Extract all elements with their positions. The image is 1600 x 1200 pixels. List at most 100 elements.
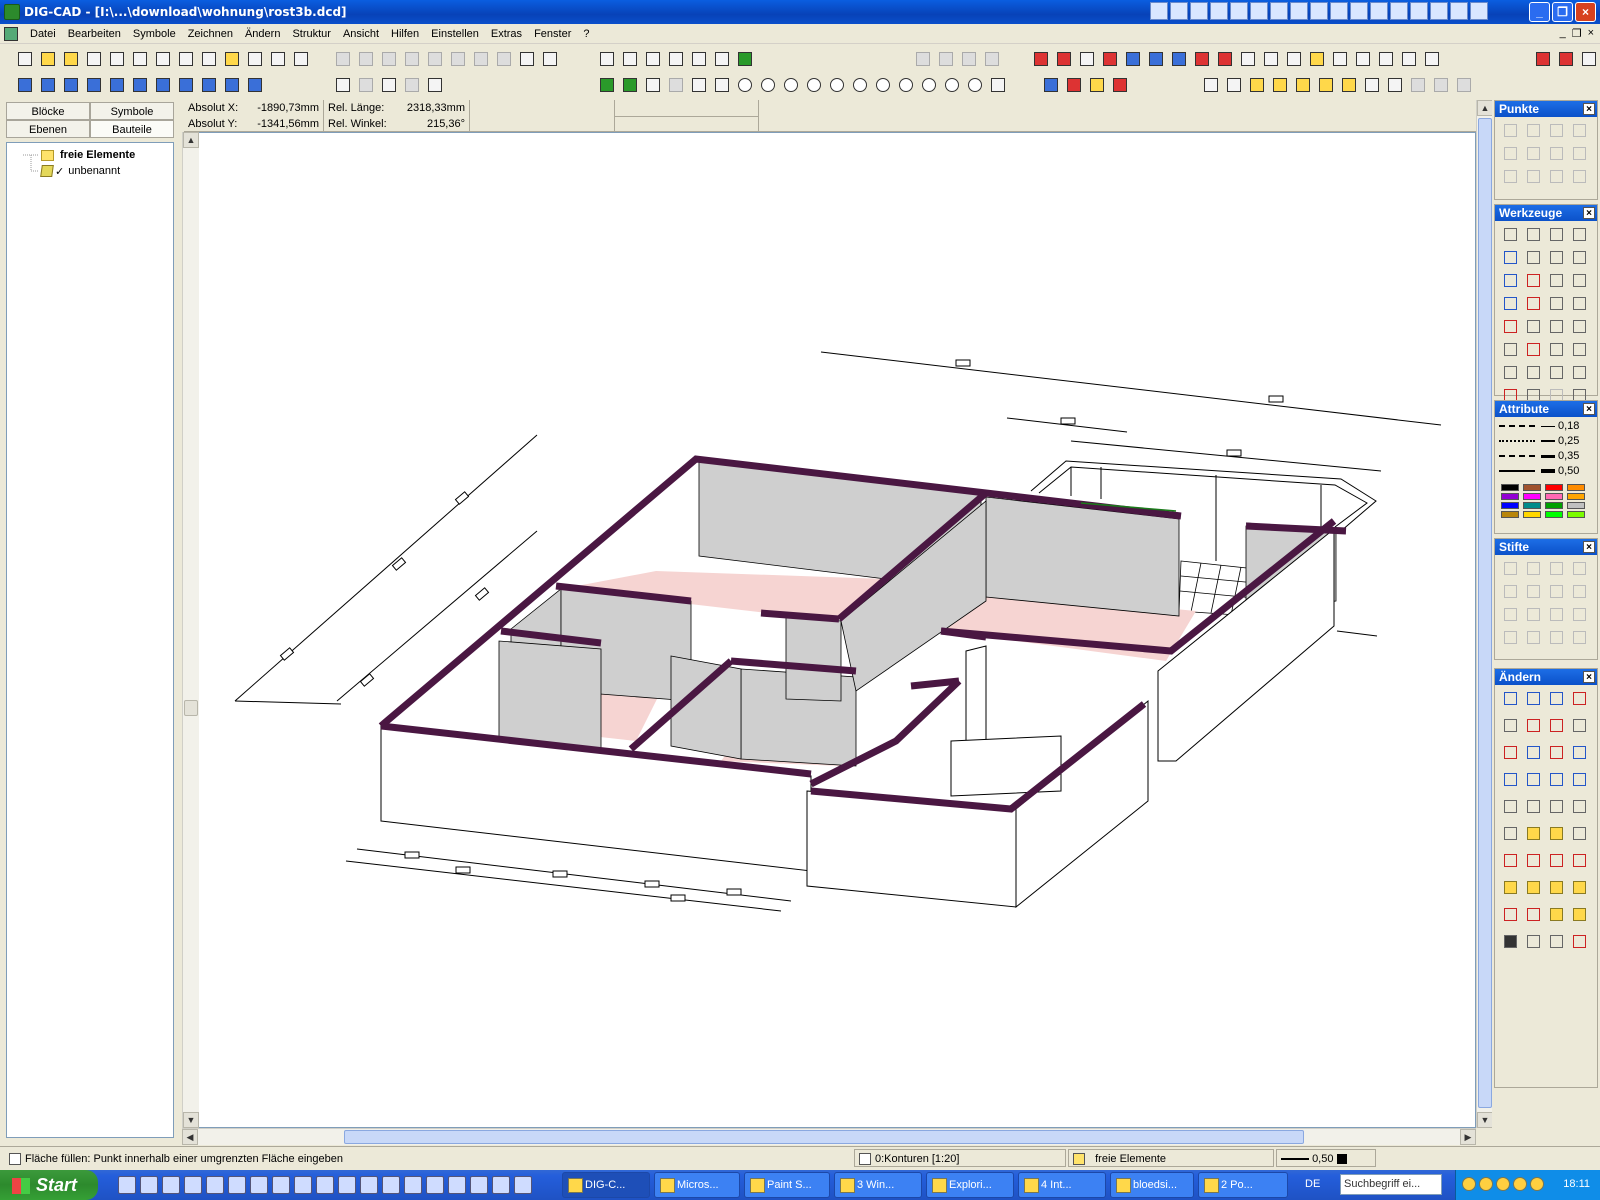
tree-item-freie-elemente[interactable]: freie Elemente: [41, 147, 135, 163]
cascade-icon[interactable]: [1421, 48, 1441, 68]
quicklaunch-icon[interactable]: [184, 1176, 202, 1194]
select-all-icon[interactable]: [355, 74, 375, 94]
palette-close-button[interactable]: ×: [1583, 403, 1595, 415]
tray-icon[interactable]: [1462, 1177, 1476, 1191]
linestyle-dashdot[interactable]: [1499, 451, 1535, 461]
mdi-minimize-button[interactable]: _: [1560, 27, 1566, 40]
pen-8-icon[interactable]: [1570, 582, 1589, 601]
tray-icon[interactable]: [1496, 1177, 1510, 1191]
palette-close-button[interactable]: ×: [1583, 541, 1595, 553]
pen-7-icon[interactable]: [1547, 582, 1566, 601]
open-file-icon[interactable]: [37, 48, 57, 68]
color-swatch[interactable]: [1523, 493, 1541, 500]
copy-tool-icon[interactable]: [1524, 797, 1543, 816]
left-vertical-scrollbar[interactable]: ▲ ▼: [182, 132, 199, 1128]
arrow-right-icon[interactable]: [83, 74, 103, 94]
quicklaunch-icon[interactable]: [338, 1176, 356, 1194]
jump-icon[interactable]: [516, 48, 536, 68]
quicklaunch-icon[interactable]: [492, 1176, 510, 1194]
tile-icon[interactable]: [1398, 48, 1418, 68]
ellipse-icon[interactable]: [1501, 363, 1520, 382]
midpoint-snap-icon[interactable]: [1547, 144, 1566, 163]
color-swatch[interactable]: [1501, 502, 1519, 509]
perpendicular-snap-icon[interactable]: [1570, 144, 1589, 163]
paste-icon[interactable]: [378, 48, 398, 68]
open-recent-icon[interactable]: [60, 48, 80, 68]
move-icon[interactable]: [1168, 48, 1188, 68]
text-edit-2-icon[interactable]: [1524, 905, 1543, 924]
corner-4-icon[interactable]: [1570, 770, 1589, 789]
line-icon[interactable]: [1501, 248, 1520, 267]
component-edit-icon[interactable]: [1338, 74, 1358, 94]
quicklaunch-icon[interactable]: [382, 1176, 400, 1194]
confirm-icon[interactable]: [493, 48, 513, 68]
edit-2-icon[interactable]: [1524, 248, 1543, 267]
quicklaunch-icon[interactable]: [206, 1176, 224, 1194]
cube-tool-icon[interactable]: [1570, 317, 1589, 336]
right-vertical-scrollbar[interactable]: ▲ ▼: [1476, 100, 1493, 1128]
scale-2-icon[interactable]: [1524, 824, 1543, 843]
pen-15-icon[interactable]: [1547, 628, 1566, 647]
rectangle-icon[interactable]: [1501, 294, 1520, 313]
pointer-icon[interactable]: [1501, 225, 1520, 244]
stairs-icon[interactable]: [1076, 48, 1096, 68]
shortcut-icon[interactable]: [1470, 2, 1488, 20]
tray-icon[interactable]: [1530, 1177, 1544, 1191]
section-icon[interactable]: [1237, 48, 1257, 68]
task-explorer[interactable]: Explori...: [926, 1172, 1014, 1198]
redraw-icon[interactable]: [987, 74, 1007, 94]
quicklaunch-icon[interactable]: [316, 1176, 334, 1194]
quicklaunch-icon[interactable]: [118, 1176, 136, 1194]
link-icon[interactable]: [221, 74, 241, 94]
close-button[interactable]: ×: [1575, 2, 1596, 22]
draw-line-icon[interactable]: [596, 74, 616, 94]
color-swatch[interactable]: [1567, 493, 1585, 500]
scale-icon[interactable]: [1501, 824, 1520, 843]
tab-bloecke[interactable]: Blöcke: [6, 102, 90, 120]
group-icon[interactable]: [129, 74, 149, 94]
pen-11-icon[interactable]: [1547, 605, 1566, 624]
properties-icon[interactable]: [424, 74, 444, 94]
measure-icon[interactable]: [1260, 48, 1280, 68]
rotate-tool-icon[interactable]: [1547, 797, 1566, 816]
fillet-icon[interactable]: [1570, 689, 1589, 708]
crosshair-icon[interactable]: [596, 48, 616, 68]
nearest-snap-icon[interactable]: [1501, 167, 1520, 186]
hatch-icon[interactable]: [1524, 363, 1543, 382]
pen-3-icon[interactable]: [1547, 559, 1566, 578]
ortho-icon[interactable]: [619, 48, 639, 68]
color-swatch[interactable]: [1523, 502, 1541, 509]
quicklaunch-icon[interactable]: [294, 1176, 312, 1194]
corner-icon[interactable]: [1501, 770, 1520, 789]
zoom-7-icon[interactable]: [941, 74, 961, 94]
zoom-8-icon[interactable]: [964, 74, 984, 94]
zoom-out-icon[interactable]: [803, 74, 823, 94]
pencil-edit-icon[interactable]: [1547, 716, 1566, 735]
shortcut-icon[interactable]: [1270, 2, 1288, 20]
component-icon[interactable]: [1246, 74, 1266, 94]
quicklaunch-icon[interactable]: [272, 1176, 290, 1194]
quicklaunch-icon[interactable]: [470, 1176, 488, 1194]
select-frame-icon[interactable]: [378, 74, 398, 94]
shortcut-icon[interactable]: [1310, 2, 1328, 20]
pen-14-icon[interactable]: [1524, 628, 1543, 647]
quicklaunch-icon[interactable]: [448, 1176, 466, 1194]
circle-snap-icon[interactable]: [1547, 121, 1566, 140]
tab-bauteile[interactable]: Bauteile: [90, 120, 174, 138]
pencil-icon[interactable]: [1283, 48, 1303, 68]
shortcut-icon[interactable]: [1330, 2, 1348, 20]
intersection-snap-icon[interactable]: [1501, 144, 1520, 163]
shortcut-icon[interactable]: [1150, 2, 1168, 20]
frame-icon[interactable]: [1547, 248, 1566, 267]
list-icon[interactable]: [198, 74, 218, 94]
zoom-window-icon[interactable]: [665, 74, 685, 94]
solid-4-icon[interactable]: [1570, 932, 1589, 951]
tree-item-unbenannt[interactable]: ✓ unbenannt: [40, 163, 120, 179]
pen-12-icon[interactable]: [1570, 605, 1589, 624]
draw-poly-icon[interactable]: [619, 74, 639, 94]
save-icon[interactable]: [83, 48, 103, 68]
chamfer-icon[interactable]: [1570, 743, 1589, 762]
angle-snap-icon[interactable]: [665, 48, 685, 68]
lower-icon[interactable]: [1214, 48, 1234, 68]
menu-struktur[interactable]: Struktur: [286, 24, 337, 44]
